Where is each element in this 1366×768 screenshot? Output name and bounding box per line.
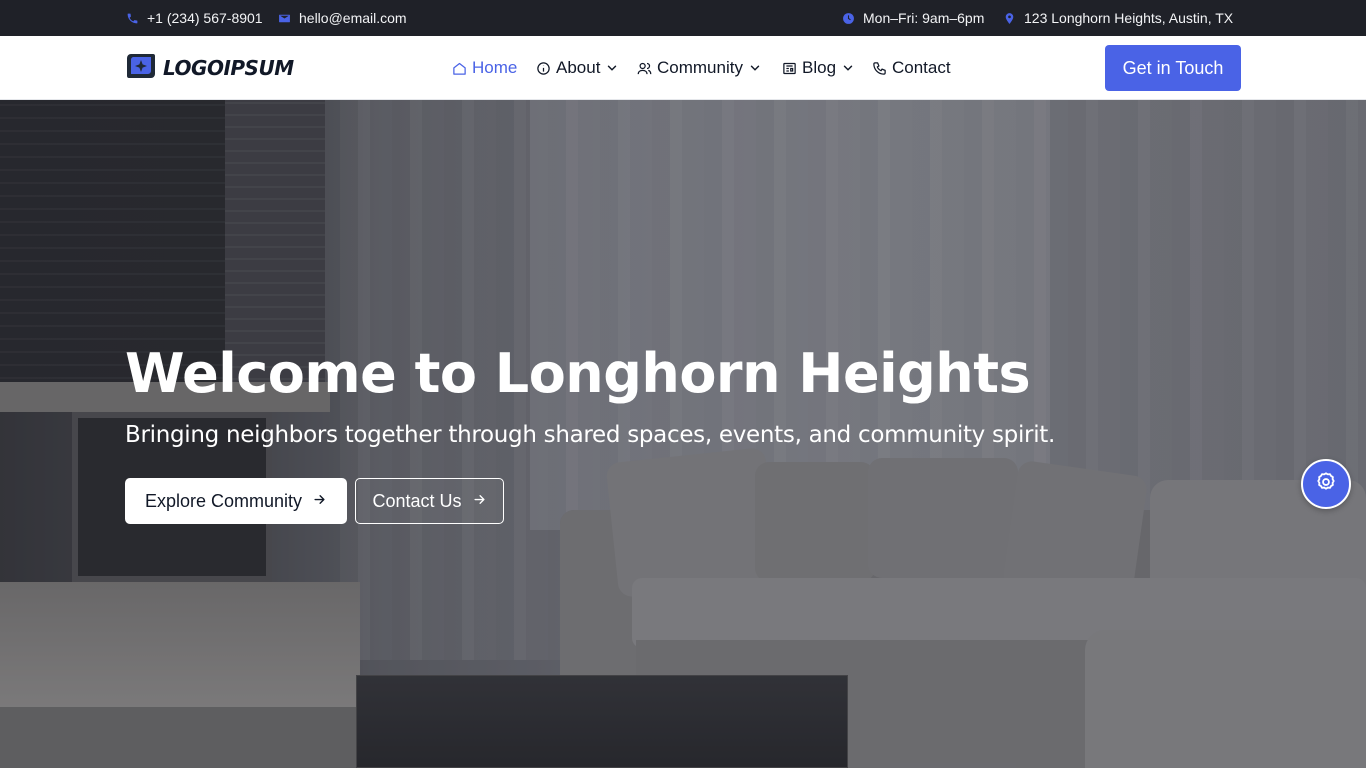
hero-section: Welcome to Longhorn Heights Bringing nei… bbox=[0, 100, 1366, 768]
address: 123 Longhorn Heights, Austin, TX bbox=[1003, 0, 1233, 36]
main-navigation: LOGOIPSUM Home About Community Blog Cont… bbox=[0, 36, 1366, 100]
nav-item-about[interactable]: About bbox=[536, 36, 619, 100]
phone-contact[interactable]: +1 (234) 567-8901 bbox=[126, 0, 263, 36]
home-icon bbox=[452, 61, 467, 76]
button-label: Contact Us bbox=[372, 490, 462, 511]
logo[interactable]: LOGOIPSUM bbox=[125, 53, 294, 83]
phone-number: +1 (234) 567-8901 bbox=[147, 10, 263, 26]
arrow-right-icon bbox=[472, 491, 487, 512]
email-contact[interactable]: hello@email.com bbox=[278, 0, 407, 36]
chevron-down-icon bbox=[841, 61, 855, 75]
contact-us-button[interactable]: Contact Us bbox=[355, 478, 504, 524]
top-info-bar: +1 (234) 567-8901 hello@email.com Mon–Fr… bbox=[0, 0, 1366, 36]
chevron-down-icon bbox=[748, 61, 762, 75]
gear-icon bbox=[1315, 471, 1337, 498]
hours-text: Mon–Fri: 9am–6pm bbox=[863, 10, 985, 26]
mail-icon bbox=[278, 12, 291, 25]
nav-item-label: About bbox=[556, 58, 601, 77]
nav-item-home[interactable]: Home bbox=[452, 36, 517, 100]
explore-community-button[interactable]: Explore Community bbox=[125, 478, 347, 524]
button-label: Explore Community bbox=[144, 490, 303, 511]
phone-icon bbox=[126, 12, 139, 25]
nav-item-label: Contact bbox=[892, 58, 951, 77]
hero-subtitle: Bringing neighbors together through shar… bbox=[125, 422, 1056, 448]
get-in-touch-button[interactable]: Get in Touch bbox=[1105, 45, 1241, 91]
clock-icon bbox=[842, 12, 855, 25]
logo-text: LOGOIPSUM bbox=[163, 56, 294, 80]
nav-item-contact[interactable]: Contact bbox=[872, 36, 951, 100]
users-icon bbox=[637, 61, 652, 76]
newspaper-icon bbox=[782, 61, 797, 76]
nav-item-blog[interactable]: Blog bbox=[782, 36, 855, 100]
hero-title: Welcome to Longhorn Heights bbox=[125, 342, 1031, 405]
nav-item-label: Blog bbox=[802, 58, 837, 77]
info-icon bbox=[536, 61, 551, 76]
chevron-down-icon bbox=[605, 61, 619, 75]
arrow-right-icon bbox=[312, 491, 327, 512]
map-pin-icon bbox=[1003, 12, 1016, 25]
nav-item-community[interactable]: Community bbox=[637, 36, 762, 100]
email-address: hello@email.com bbox=[299, 10, 407, 26]
nav-item-label: Community bbox=[657, 58, 743, 77]
phone-icon bbox=[872, 61, 887, 76]
logo-mark-icon bbox=[125, 51, 157, 86]
office-hours: Mon–Fri: 9am–6pm bbox=[842, 0, 984, 36]
address-text: 123 Longhorn Heights, Austin, TX bbox=[1024, 10, 1234, 26]
nav-item-label: Home bbox=[472, 58, 518, 77]
settings-floating-button[interactable] bbox=[1301, 459, 1351, 509]
